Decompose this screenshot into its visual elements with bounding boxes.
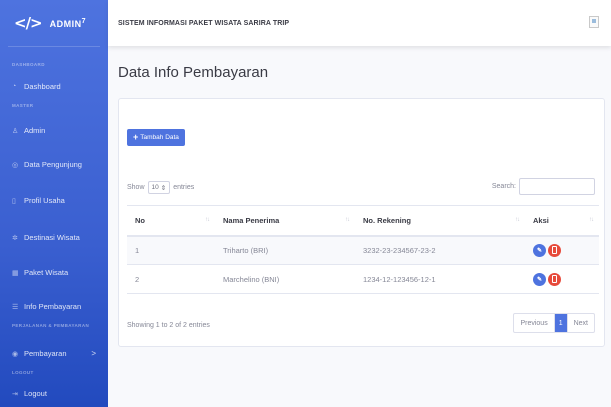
sidebar-heading-master: MASTER [12, 103, 34, 108]
column-header-no[interactable]: No ↑↓ [127, 205, 215, 237]
table-info: Showing 1 to 2 of 2 entries [127, 322, 210, 329]
calendar-icon: ▦ [12, 269, 19, 277]
data-table-card: + Tambah Data Show 10 ⇕ entries Search: … [118, 98, 605, 347]
cell-no: 1 [127, 235, 215, 265]
previous-page-button[interactable]: Previous [514, 314, 555, 332]
sort-icon: ↑↓ [589, 217, 594, 223]
next-page-button[interactable]: Next [566, 314, 594, 332]
map-icon: ✲ [12, 234, 18, 242]
sidebar-item-info-pembayaran[interactable]: ☰ Info Pembayaran [0, 302, 108, 311]
sidebar-heading-logout: LOGOUT [12, 370, 34, 375]
cell-no-rekening: 1234-12-123456-12-1 [355, 264, 525, 294]
cell-nama-penerima: Marchelino (BNI) [215, 264, 355, 294]
sidebar-item-logout[interactable]: ⇥ Logout [0, 389, 108, 398]
sidebar-item-label: Pembayaran [24, 349, 67, 358]
brand-name: ADMIN7 [49, 17, 87, 29]
app-title: SISTEM INFORMASI PAKET WISATA SARIRA TRI… [118, 19, 290, 27]
sidebar-item-data-pengunjung[interactable]: ◎ Data Pengunjung [0, 160, 108, 169]
code-icon: </> [14, 14, 43, 32]
user-avatar-broken-image-icon[interactable] [589, 16, 599, 28]
entries-select-value: 10 [151, 184, 159, 191]
sidebar-item-label: Admin [24, 126, 46, 135]
sort-icon: ↑↓ [205, 217, 210, 223]
plus-icon: + [133, 132, 139, 142]
cell-no-rekening: 3232-23-234567-23-2 [355, 235, 525, 265]
sidebar-item-pembayaran[interactable]: ◉ Pembayaran > [0, 349, 108, 358]
file-icon: ▯ [12, 197, 16, 205]
add-data-button[interactable]: + Tambah Data [127, 129, 185, 146]
sidebar-heading-perjalanan: PERJALANAN & PEMBAYARAN [12, 323, 90, 328]
entries-select[interactable]: 10 ⇕ [147, 181, 171, 194]
cell-aksi: ✎ [525, 235, 599, 265]
topbar: SISTEM INFORMASI PAKET WISATA SARIRA TRI… [108, 0, 611, 46]
edit-icon[interactable]: ✎ [533, 243, 546, 257]
sidebar-item-label: Destinasi Wisata [24, 233, 80, 242]
pagination: Previous 1 Next [513, 313, 595, 333]
entries-label: entries [173, 184, 195, 191]
table-header-row: No ↑↓ Nama Penerima ↑↓ No. Rekening ↑↓ Aksi… [127, 205, 599, 237]
sort-icon: ↑↓ [345, 217, 350, 223]
edit-icon[interactable]: ✎ [533, 272, 546, 286]
dashboard-icon: ◔ [12, 83, 17, 90]
sidebar-item-paket-wisata[interactable]: ▦ Paket Wisata [0, 268, 108, 277]
table-row: 2 Marchelino (BNI) 1234-12-123456-12-1 ✎ [127, 264, 599, 294]
table-row: 1 Triharto (BRI) 3232-23-234567-23-2 ✎ [127, 235, 599, 265]
page-1-button[interactable]: 1 [554, 314, 567, 332]
list-icon: ☰ [12, 303, 19, 311]
sidebar-item-label: Profil Usaha [24, 196, 65, 205]
chevron-right-icon: > [91, 349, 96, 358]
sidebar-heading-dashboard: DASHBOARD [12, 62, 45, 67]
cell-aksi: ✎ [525, 264, 599, 294]
column-header-no-rekening[interactable]: No. Rekening ↑↓ [355, 205, 525, 237]
sidebar-item-label: Dashboard [24, 82, 61, 91]
sidebar-item-label: Logout [24, 389, 47, 398]
sidebar-item-dashboard[interactable]: ◔ Dashboard [0, 82, 108, 91]
search-control: Search: [492, 178, 595, 195]
page-title: Data Info Pembayaran [118, 64, 269, 81]
add-data-label: Tambah Data [140, 134, 179, 141]
sidebar-item-profil-usaha[interactable]: ▯ Profil Usaha [0, 196, 108, 205]
sidebar-item-destinasi-wisata[interactable]: ✲ Destinasi Wisata [0, 233, 108, 242]
column-header-nama-penerima[interactable]: Nama Penerima ↑↓ [215, 205, 355, 237]
delete-icon[interactable] [548, 243, 561, 257]
user-icon: ♙ [12, 127, 19, 135]
cell-nama-penerima: Triharto (BRI) [215, 235, 355, 265]
select-arrows-icon: ⇕ [160, 184, 167, 192]
sidebar-item-label: Data Pengunjung [24, 160, 82, 169]
sidebar: </> ADMIN7 DASHBOARD ◔ Dashboard MASTER … [0, 0, 108, 407]
sort-icon: ↑↓ [515, 217, 520, 223]
data-table: No ↑↓ Nama Penerima ↑↓ No. Rekening ↑↓ Aksi… [127, 205, 599, 294]
show-label: Show [127, 184, 145, 191]
money-icon: ◉ [12, 350, 19, 358]
users-icon: ◎ [12, 161, 19, 169]
delete-icon[interactable] [548, 272, 561, 286]
search-input[interactable] [519, 178, 595, 195]
cell-no: 2 [127, 264, 215, 294]
column-header-aksi[interactable]: Aksi ↑↓ [525, 205, 599, 237]
sidebar-brand[interactable]: </> ADMIN7 [0, 0, 108, 46]
entries-length-control: Show 10 ⇕ entries [127, 181, 194, 194]
search-label: Search: [491, 183, 516, 190]
sidebar-item-label: Paket Wisata [24, 268, 69, 277]
logout-icon: ⇥ [12, 390, 18, 398]
sidebar-divider [8, 46, 100, 47]
sidebar-item-label: Info Pembayaran [24, 302, 82, 311]
sidebar-item-admin[interactable]: ♙ Admin [0, 126, 108, 135]
